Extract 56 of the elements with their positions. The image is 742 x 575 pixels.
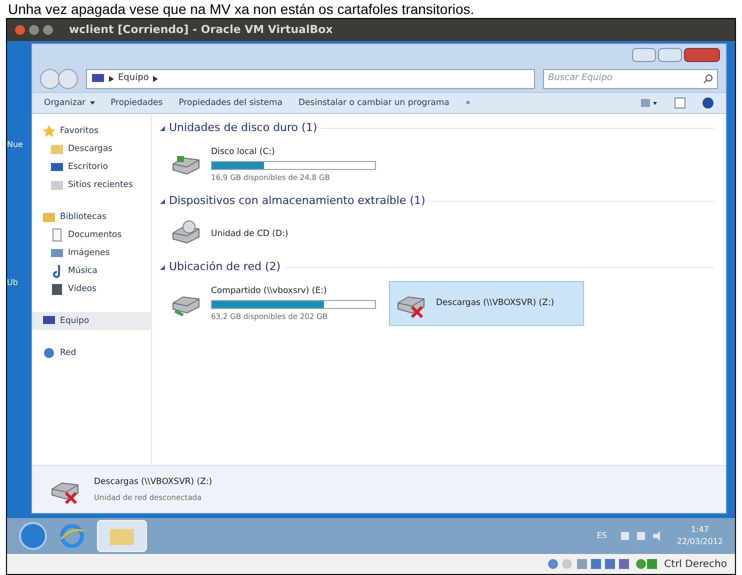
- toolbar-button[interactable]: Desinstalar o cambiar un programa: [298, 96, 450, 110]
- host-key-label: Ctrl Derecho: [664, 558, 727, 572]
- drive-name: Compartido (\\vboxsrv) (E:): [211, 285, 328, 298]
- search-icon: [703, 74, 713, 84]
- toolbar-button[interactable]: Propiedades del sistema: [178, 96, 282, 110]
- section-heading[interactable]: Unidades de disco duro (1): [169, 120, 318, 136]
- details-name: Descargas (\\VBOXSVR) (Z:): [94, 476, 212, 489]
- caption-text: Unha vez apagada vese que na MV xa non están os cartafoles transitorios.: [7, 0, 476, 18]
- toolbar-button[interactable]: Organizar: [44, 96, 95, 110]
- toolbar-button[interactable]: »: [465, 96, 471, 110]
- star-icon: [42, 124, 56, 138]
- nav-item[interactable]: Imágenes: [32, 244, 151, 262]
- maximize-button[interactable]: [658, 48, 682, 62]
- drive-name: Descargas (\\VBOXSVR) (Z:): [436, 297, 554, 310]
- drive-name: Disco local (C:): [211, 146, 276, 159]
- nav-item[interactable]: Red: [32, 344, 151, 362]
- minimize-button[interactable]: [29, 25, 39, 35]
- close-button[interactable]: [15, 25, 25, 35]
- collapse-triangle-icon[interactable]: [160, 264, 165, 270]
- collapse-triangle-icon[interactable]: [160, 126, 165, 130]
- section-heading[interactable]: Dispositivos con almacenamiento extraíble (1): [169, 192, 426, 210]
- nav-item[interactable]: Favoritos: [32, 122, 151, 140]
- section-heading[interactable]: Ubicación de red (2): [169, 258, 281, 276]
- toolbar-button[interactable]: Propiedades: [110, 96, 163, 110]
- forward-button[interactable]: [58, 69, 78, 89]
- desktop-icon-label[interactable]: Ub: [7, 279, 31, 287]
- drive-item[interactable]: Descargas (\\VBOXSVR) (Z:): [389, 281, 584, 326]
- maximize-button[interactable]: [43, 25, 53, 35]
- start-button[interactable]: [19, 522, 47, 550]
- nav-item[interactable]: Escritorio: [32, 158, 151, 176]
- close-button[interactable]: [684, 48, 720, 62]
- nav-item[interactable]: Sitios recientes: [32, 176, 151, 194]
- clock-date: 22/03/2012: [676, 536, 723, 548]
- chevron-right-icon[interactable]: [152, 76, 158, 82]
- nav-item[interactable]: Documentos: [32, 226, 151, 244]
- desktop-icon-label[interactable]: Nue: [7, 141, 31, 149]
- address-bar[interactable]: Equipo: [86, 69, 535, 89]
- drive-item[interactable]: Unidad de CD (D:): [164, 215, 359, 253]
- view-options-icon[interactable]: [640, 97, 658, 109]
- nav-item[interactable]: Música: [32, 262, 151, 280]
- preview-pane-icon[interactable]: [674, 97, 686, 109]
- drive-name: Unidad de CD (D:): [211, 228, 288, 240]
- window-title: wclient [Corriendo] - Oracle VM VirtualBox: [69, 22, 333, 38]
- chevron-right-icon: [109, 76, 114, 82]
- back-button[interactable]: [40, 69, 60, 89]
- nav-item[interactable]: Bibliotecas: [32, 208, 151, 226]
- breadcrumb-item[interactable]: Equipo: [118, 72, 149, 86]
- minimize-button[interactable]: [632, 48, 656, 62]
- clock-time: 1:47: [690, 524, 709, 536]
- nav-item[interactable]: Descargas: [32, 140, 151, 158]
- caret-icon: [90, 101, 95, 105]
- document-icon: [50, 228, 64, 242]
- collapse-triangle-icon[interactable]: [160, 198, 165, 204]
- browser-icon[interactable]: [59, 523, 85, 549]
- nav-item[interactable]: Vídeos: [32, 280, 151, 298]
- nav-item[interactable]: Equipo: [32, 312, 151, 330]
